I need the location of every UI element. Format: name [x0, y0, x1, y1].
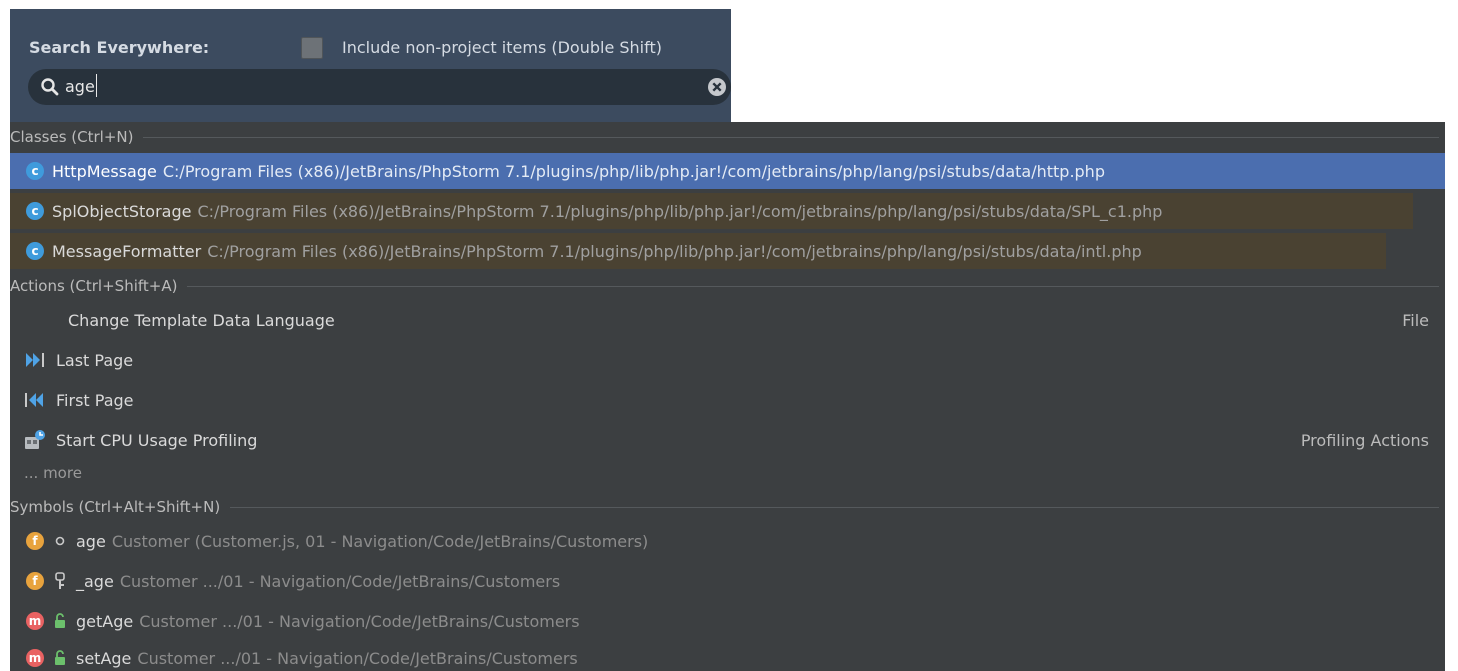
classes-section-header: Classes (Ctrl+N): [10, 126, 1445, 148]
class-result-row[interactable]: c SplObjectStorage C:/Program Files (x86…: [10, 193, 1413, 229]
symbol-location: Customer (Customer.js, 01 - Navigation/C…: [111, 531, 649, 551]
class-path: C:/Program Files (x86)/JetBrains/PhpStor…: [197, 201, 1163, 221]
symbol-result-row[interactable]: f _age Customer .../01 - Navigation/Code…: [10, 563, 1445, 599]
class-icon: c: [26, 242, 44, 260]
public-lock-icon: [52, 613, 68, 629]
more-label[interactable]: ... more: [24, 464, 82, 482]
clear-search-icon[interactable]: [707, 77, 727, 101]
field-icon: f: [26, 532, 44, 550]
search-icon: [40, 77, 60, 101]
action-result-row[interactable]: First Page: [10, 382, 1445, 418]
action-result-row[interactable]: Change Template Data Language File: [10, 302, 1445, 338]
method-icon: m: [26, 612, 44, 630]
action-name: Last Page: [56, 350, 134, 370]
symbol-name: getAge: [76, 611, 134, 631]
search-everywhere-header: Search Everywhere: Include non-project i…: [10, 9, 731, 122]
symbols-section-title: Symbols (Ctrl+Alt+Shift+N): [10, 498, 221, 516]
search-input[interactable]: age: [28, 69, 731, 105]
actions-more-link[interactable]: ... more: [10, 462, 324, 484]
symbol-location: Customer .../01 - Navigation/Code/JetBra…: [139, 611, 580, 631]
classes-section-title: Classes (Ctrl+N): [10, 128, 134, 146]
class-icon: c: [26, 202, 44, 220]
cpu-profiling-icon: [24, 429, 52, 451]
class-name: HttpMessage: [52, 161, 157, 181]
actions-section-header: Actions (Ctrl+Shift+A): [10, 275, 1445, 297]
first-page-icon: [24, 391, 52, 409]
class-name: MessageFormatter: [52, 241, 202, 261]
search-everywhere-title: Search Everywhere:: [29, 38, 210, 57]
symbol-name: setAge: [76, 648, 132, 668]
search-query-text[interactable]: age: [65, 77, 95, 96]
symbol-name: age: [76, 531, 106, 551]
class-result-row[interactable]: c HttpMessage C:/Program Files (x86)/Jet…: [10, 153, 1445, 189]
section-divider: [230, 506, 1439, 508]
text-caret: [96, 74, 97, 97]
method-icon: m: [26, 649, 44, 667]
field-icon: f: [26, 572, 44, 590]
search-results-popup: Classes (Ctrl+N) c HttpMessage C:/Progra…: [10, 122, 1445, 671]
actions-section-title: Actions (Ctrl+Shift+A): [10, 277, 178, 295]
symbol-result-row[interactable]: m setAge Customer .../01 - Navigation/Co…: [10, 640, 1445, 671]
class-icon: c: [26, 162, 44, 180]
action-result-row[interactable]: Start CPU Usage Profiling Profiling Acti…: [10, 422, 1445, 458]
section-divider: [143, 136, 1439, 138]
symbol-location: Customer .../01 - Navigation/Code/JetBra…: [119, 571, 561, 591]
symbol-name: _age: [76, 571, 114, 591]
public-lock-icon: [52, 650, 68, 666]
include-non-project-label[interactable]: Include non-project items (Double Shift): [342, 38, 662, 57]
section-divider: [187, 285, 1439, 287]
action-name: First Page: [56, 390, 134, 410]
symbol-location: Customer .../01 - Navigation/Code/JetBra…: [137, 648, 578, 668]
private-key-icon: [52, 572, 68, 590]
action-name: Change Template Data Language: [68, 310, 335, 330]
symbol-result-row[interactable]: f age Customer (Customer.js, 01 - Naviga…: [10, 523, 1445, 559]
class-path: C:/Program Files (x86)/JetBrains/PhpStor…: [162, 161, 1105, 181]
action-group: Profiling Actions: [1300, 430, 1429, 450]
include-non-project-checkbox[interactable]: [301, 37, 323, 59]
symbol-result-row[interactable]: m getAge Customer .../01 - Navigation/Co…: [10, 603, 1445, 639]
action-group: File: [1402, 310, 1429, 330]
class-path: C:/Program Files (x86)/JetBrains/PhpStor…: [207, 241, 1142, 261]
class-result-row[interactable]: c MessageFormatter C:/Program Files (x86…: [10, 233, 1386, 269]
action-result-row[interactable]: Last Page: [10, 342, 1445, 378]
action-name: Start CPU Usage Profiling: [56, 430, 258, 450]
class-name: SplObjectStorage: [52, 201, 192, 221]
last-page-icon: [24, 351, 52, 369]
symbols-section-header: Symbols (Ctrl+Alt+Shift+N): [10, 496, 1445, 518]
circle-icon: [52, 536, 68, 546]
